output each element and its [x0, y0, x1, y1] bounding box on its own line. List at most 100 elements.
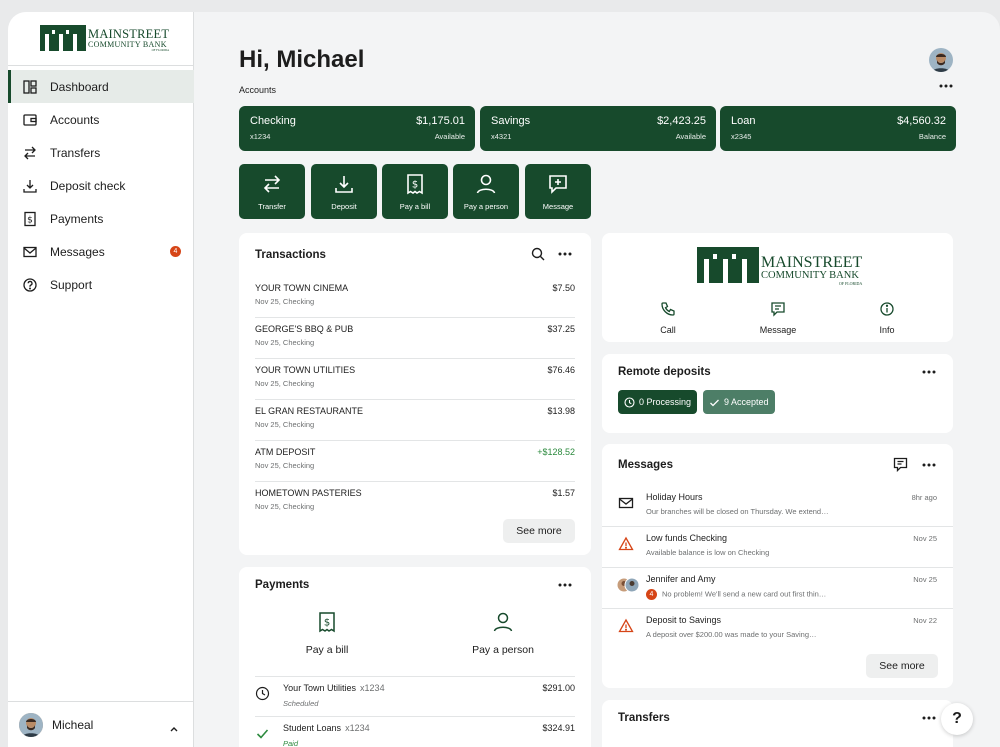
processing-chip[interactable]: 0 Processing	[618, 390, 698, 414]
sidebar-item-label: Support	[50, 277, 93, 292]
payment-amount: $324.91	[542, 723, 575, 733]
transaction-amount: +$128.52	[537, 447, 575, 457]
transaction-row[interactable]: ATM DEPOSIT Nov 25, Checking +$128.52	[255, 441, 575, 482]
transaction-row[interactable]: GEORGE'S BBQ & PUB Nov 25, Checking $37.…	[255, 318, 575, 359]
sidebar-item-messages[interactable]: Messages 4	[8, 235, 194, 268]
message-title: Jennifer and Amy	[646, 574, 716, 584]
pay-option-label: Pay a person	[472, 644, 534, 656]
quick-action-label: Pay a bill	[399, 202, 431, 211]
messages-more-icon[interactable]	[922, 463, 936, 467]
transfer-button[interactable]: Transfer	[239, 164, 305, 219]
message-preview: A deposit over $200.00 was made to your …	[646, 630, 817, 639]
account-number: x2345	[731, 132, 752, 141]
download-icon	[335, 176, 353, 193]
message-time: 8hr ago	[911, 493, 937, 502]
quick-action-label: Deposit	[331, 202, 357, 211]
deposit-button[interactable]: Deposit	[311, 164, 377, 219]
transaction-row[interactable]: YOUR TOWN UTILITIES Nov 25, Checking $76…	[255, 359, 575, 400]
brand-logo[interactable]: MAINSTREET COMMUNITY BANK OF FLORIDA	[8, 12, 193, 66]
wallet-icon	[22, 112, 38, 128]
info-button[interactable]: Info	[852, 301, 922, 335]
transaction-row[interactable]: YOUR TOWN CINEMA Nov 25, Checking $7.50	[255, 277, 575, 318]
bank-line-2: COMMUNITY BANK	[761, 270, 859, 281]
search-icon[interactable]	[531, 247, 545, 261]
transaction-amount: $1.57	[552, 488, 575, 498]
bill-icon: $	[407, 174, 423, 195]
user-menu[interactable]: Micheal	[8, 701, 194, 747]
payments-more-icon[interactable]	[558, 583, 572, 587]
sidebar-item-label: Dashboard	[50, 79, 109, 94]
transactions-title: Transactions	[255, 249, 326, 261]
help-button[interactable]: ?	[941, 703, 973, 735]
transaction-sub: Nov 25, Checking	[255, 297, 315, 306]
sidebar-item-deposit-check[interactable]: Deposit check	[8, 169, 194, 202]
transfers-more-icon[interactable]	[922, 716, 936, 720]
bill-icon: $	[319, 612, 335, 633]
payment-status: Scheduled	[283, 699, 319, 708]
sidebar-nav: Dashboard Accounts Transfers Deposit che…	[8, 70, 194, 301]
transaction-name: GEORGE'S BBQ & PUB	[255, 324, 354, 334]
message-icon	[771, 302, 785, 317]
sidebar-item-accounts[interactable]: Accounts	[8, 103, 194, 136]
message-preview: Available balance is low on Checking	[646, 548, 770, 557]
pay-bill-option[interactable]: $ Pay a bill	[267, 611, 387, 656]
account-card-savings[interactable]: Savings x4321 $2,423.25 Available	[480, 106, 716, 151]
message-time: Nov 25	[913, 534, 937, 543]
message-row[interactable]: Holiday Hours Our branches will be close…	[602, 486, 953, 527]
accepted-chip[interactable]: 9 Accepted	[703, 390, 775, 414]
transaction-row[interactable]: HOMETOWN PASTERIES Nov 25, Checking $1.5…	[255, 482, 575, 523]
account-card-checking[interactable]: Checking x1234 $1,175.01 Available	[239, 106, 475, 151]
transaction-amount: $76.46	[547, 365, 575, 375]
bank-message-button[interactable]: Message	[743, 301, 813, 335]
transaction-sub: Nov 25, Checking	[255, 502, 315, 511]
payment-row[interactable]: Your Town Utilities x1234 Scheduled $291.…	[255, 676, 575, 717]
account-card-loan[interactable]: Loan x2345 $4,560.32 Balance	[720, 106, 956, 151]
bank-line-3: OF FLORIDA	[838, 280, 863, 286]
sidebar: MAINSTREET COMMUNITY BANK OF FLORIDA Das…	[8, 12, 194, 747]
pay-person-button[interactable]: Pay a person	[453, 164, 519, 219]
message-row[interactable]: Low funds Checking Available balance is …	[602, 527, 953, 568]
message-row[interactable]: Deposit to Savings A deposit over $200.0…	[602, 609, 953, 650]
message-row[interactable]: Jennifer and Amy 4 No problem! We'll send…	[602, 568, 953, 609]
account-amount-label: Balance	[918, 132, 946, 141]
download-icon	[22, 178, 38, 194]
profile-avatar[interactable]	[929, 48, 953, 72]
svg-text:$: $	[27, 215, 33, 225]
mail-icon	[22, 244, 38, 260]
bank-line-1: MAINSTREET	[761, 254, 863, 271]
brand-wordmark: MAINSTREET COMMUNITY BANK OF FLORIDA	[88, 28, 169, 52]
sidebar-item-support[interactable]: Support	[8, 268, 194, 301]
pay-person-option[interactable]: Pay a person	[443, 611, 563, 656]
payments-title: Payments	[255, 579, 310, 591]
sidebar-item-label: Deposit check	[50, 178, 126, 193]
accepted-label: 9 Accepted	[724, 397, 769, 407]
message-button[interactable]: Message	[525, 164, 591, 219]
pay-bill-button[interactable]: $ Pay a bill	[382, 164, 448, 219]
chevron-up-icon[interactable]	[169, 720, 179, 738]
payment-name: Student Loans x1234	[283, 723, 370, 733]
accounts-more-icon[interactable]	[939, 84, 953, 88]
payments-card: Payments $ Pay a bill Pay a person Your …	[239, 567, 591, 747]
transactions-more-icon[interactable]	[558, 252, 572, 256]
pay-option-label: Pay a bill	[305, 644, 349, 656]
processing-label: 0 Processing	[639, 397, 692, 407]
bank-wordmark: MAINSTREET COMMUNITY BANK OF FLORIDA	[761, 255, 862, 286]
call-button[interactable]: Call	[633, 301, 703, 335]
transaction-row[interactable]: EL GRAN RESTAURANTE Nov 25, Checking $13…	[255, 400, 575, 441]
message-title: Deposit to Savings	[646, 615, 722, 625]
transaction-name: HOMETOWN PASTERIES	[255, 488, 362, 498]
compose-message-icon[interactable]	[893, 457, 908, 472]
messages-see-more-button[interactable]: See more	[866, 654, 938, 678]
svg-text:$: $	[324, 618, 330, 629]
sidebar-item-dashboard[interactable]: Dashboard	[8, 70, 194, 103]
transactions-card: Transactions YOUR TOWN CINEMA Nov 25, Ch…	[239, 233, 591, 555]
person-icon	[476, 174, 496, 194]
transaction-amount: $7.50	[552, 283, 575, 293]
payment-row[interactable]: Student Loans x1234 Paid $324.91	[255, 717, 575, 747]
remote-deposits-more-icon[interactable]	[922, 370, 936, 374]
transactions-see-more-button[interactable]: See more	[503, 519, 575, 543]
sidebar-item-payments[interactable]: $ Payments	[8, 202, 194, 235]
messages-card: Messages Holiday Hours Our branches will…	[602, 444, 953, 688]
bank-action-label: Info	[879, 325, 895, 335]
sidebar-item-transfers[interactable]: Transfers	[8, 136, 194, 169]
